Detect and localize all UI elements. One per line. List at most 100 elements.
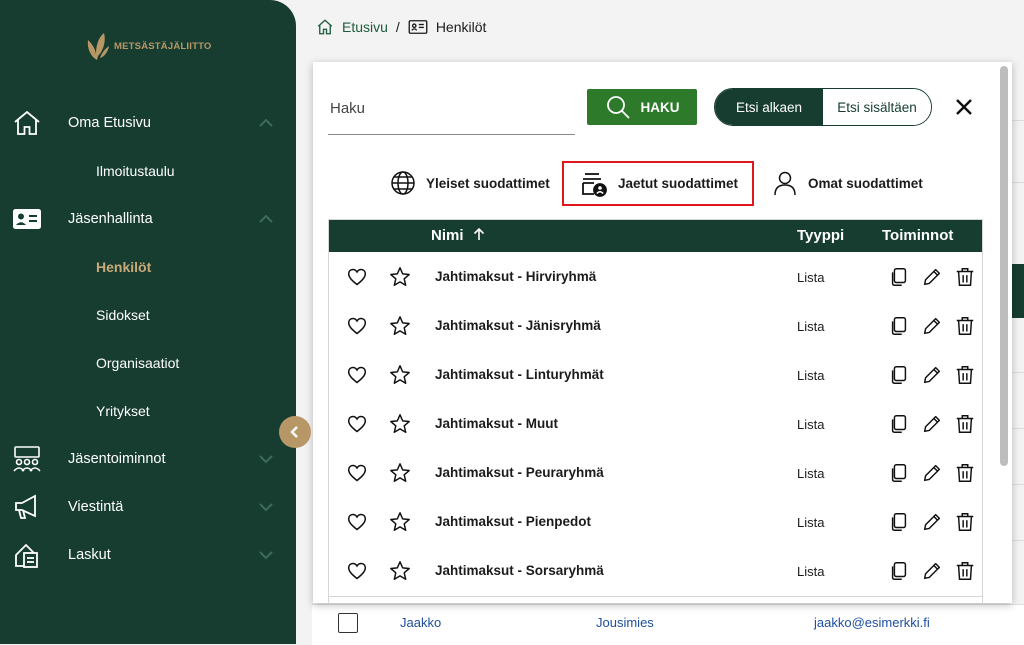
filter-type: Lista bbox=[797, 564, 825, 579]
star-icon[interactable] bbox=[389, 266, 411, 288]
search-icon bbox=[606, 96, 630, 119]
sidebar-subitem-henkilot[interactable]: Henkilöt bbox=[96, 243, 151, 291]
filter-type: Lista bbox=[797, 368, 825, 383]
star-icon[interactable] bbox=[389, 511, 411, 533]
table-row: Jahtimaksut - Hirviryhmä Lista bbox=[329, 253, 982, 303]
delete-icon[interactable] bbox=[954, 560, 976, 582]
background-divider bbox=[1012, 428, 1024, 429]
home-icon[interactable] bbox=[316, 18, 334, 36]
search-field[interactable] bbox=[328, 84, 575, 135]
background-divider bbox=[1012, 182, 1024, 183]
filters-table: Nimi Tyyppi Toiminnot Jahtimaksut - Hirv… bbox=[328, 219, 983, 604]
background-table-header bbox=[1012, 264, 1024, 318]
sidebar-subitem-sidokset[interactable]: Sidokset bbox=[96, 291, 150, 339]
heart-icon[interactable] bbox=[347, 463, 367, 483]
copy-icon[interactable] bbox=[888, 511, 910, 533]
star-icon[interactable] bbox=[389, 462, 411, 484]
delete-icon[interactable] bbox=[954, 462, 976, 484]
tab-label: Yleiset suodattimet bbox=[426, 175, 550, 191]
edit-icon[interactable] bbox=[921, 364, 943, 386]
heart-icon[interactable] bbox=[347, 316, 367, 336]
toggle-starts-with[interactable]: Etsi alkaen bbox=[715, 89, 823, 125]
table-row: Jahtimaksut - Muut Lista bbox=[329, 400, 982, 450]
toggle-contains[interactable]: Etsi sisältäen bbox=[823, 89, 931, 125]
column-header-name-label: Nimi bbox=[431, 227, 464, 244]
heart-icon[interactable] bbox=[347, 512, 367, 532]
filter-name: Jahtimaksut - Jänisryhmä bbox=[435, 318, 601, 333]
delete-icon[interactable] bbox=[954, 266, 976, 288]
copy-icon[interactable] bbox=[888, 315, 910, 337]
filter-name: Jahtimaksut - Linturyhmät bbox=[435, 367, 604, 382]
edit-icon[interactable] bbox=[921, 315, 943, 337]
tab-general-filters[interactable]: Yleiset suodattimet bbox=[390, 162, 550, 204]
tab-own-filters[interactable]: Omat suodattimet bbox=[772, 162, 923, 204]
delete-icon[interactable] bbox=[954, 511, 976, 533]
edit-icon[interactable] bbox=[921, 511, 943, 533]
heart-icon[interactable] bbox=[347, 561, 367, 581]
star-icon[interactable] bbox=[389, 364, 411, 386]
copy-icon[interactable] bbox=[888, 560, 910, 582]
delete-icon[interactable] bbox=[954, 364, 976, 386]
filter-type: Lista bbox=[797, 515, 825, 530]
sidebar-subitem-ilmoitustaulu[interactable]: Ilmoitustaulu bbox=[96, 147, 175, 195]
row-checkbox[interactable] bbox=[338, 613, 358, 633]
tab-label: Omat suodattimet bbox=[808, 175, 923, 191]
heart-icon[interactable] bbox=[347, 365, 367, 385]
star-icon[interactable] bbox=[389, 315, 411, 337]
delete-icon[interactable] bbox=[954, 315, 976, 337]
last-name-link[interactable]: Jousimies bbox=[596, 615, 654, 630]
delete-icon[interactable] bbox=[954, 413, 976, 435]
tab-shared-filters[interactable]: Jaetut suodattimet bbox=[562, 161, 755, 206]
filter-type: Lista bbox=[797, 270, 825, 285]
logo[interactable]: METSÄSTÄJÄLIITTO bbox=[84, 30, 212, 62]
sidebar-item-laskut[interactable]: Laskut bbox=[0, 531, 296, 579]
edit-icon[interactable] bbox=[921, 266, 943, 288]
first-name-link[interactable]: Jaakko bbox=[400, 615, 441, 630]
star-icon[interactable] bbox=[389, 413, 411, 435]
chevron-down-icon bbox=[259, 551, 273, 560]
search-input[interactable] bbox=[328, 94, 572, 122]
group-icon bbox=[13, 446, 41, 472]
filter-name: Jahtimaksut - Sorsaryhmä bbox=[435, 563, 604, 578]
copy-icon[interactable] bbox=[888, 364, 910, 386]
sidebar-subitem-yritykset[interactable]: Yritykset bbox=[96, 387, 150, 435]
edit-icon[interactable] bbox=[921, 560, 943, 582]
tab-label: Jaetut suodattimet bbox=[618, 176, 739, 191]
edit-icon[interactable] bbox=[921, 413, 943, 435]
background-divider bbox=[1012, 372, 1024, 373]
star-icon[interactable] bbox=[389, 560, 411, 582]
chevron-down-icon bbox=[259, 503, 273, 512]
copy-icon[interactable] bbox=[888, 413, 910, 435]
heart-icon[interactable] bbox=[347, 414, 367, 434]
search-button[interactable]: HAKU bbox=[587, 89, 697, 125]
megaphone-icon bbox=[15, 494, 36, 519]
sidebar-item-oma-etusivu[interactable]: Oma Etusivu bbox=[0, 99, 296, 147]
chevron-up-icon bbox=[259, 118, 273, 127]
dialog-scrollbar[interactable] bbox=[1000, 66, 1008, 466]
logo-text: METSÄSTÄJÄLIITTO bbox=[114, 40, 212, 52]
column-header-type: Tyyppi bbox=[797, 227, 845, 244]
invoice-icon bbox=[15, 543, 38, 568]
sidebar-subitem-organisaatiot[interactable]: Organisaatiot bbox=[96, 339, 179, 387]
sidebar-item-jasentoiminnot[interactable]: Jäsentoiminnot bbox=[0, 435, 296, 483]
sort-ascending-icon bbox=[473, 227, 484, 240]
email-link[interactable]: jaakko@esimerkki.fi bbox=[814, 615, 930, 630]
collapse-sidebar-button[interactable] bbox=[279, 416, 311, 448]
table-row: Jahtimaksut - Peuraryhmä Lista bbox=[329, 449, 982, 499]
filter-name: Jahtimaksut - Hirviryhmä bbox=[435, 269, 597, 284]
column-header-name[interactable]: Nimi bbox=[431, 227, 486, 244]
copy-icon[interactable] bbox=[888, 266, 910, 288]
edit-icon[interactable] bbox=[921, 462, 943, 484]
heart-icon[interactable] bbox=[347, 267, 367, 287]
copy-icon[interactable] bbox=[888, 462, 910, 484]
breadcrumb-home-link[interactable]: Etusivu bbox=[342, 19, 388, 35]
background-person-row: Jaakko Jousimies jaakko@esimerkki.fi bbox=[312, 604, 1024, 645]
sidebar-item-viestinta[interactable]: Viestintä bbox=[0, 483, 296, 531]
close-icon[interactable] bbox=[953, 96, 975, 118]
table-row: Jahtimaksut - Pienpedot Lista bbox=[329, 498, 982, 548]
background-divider bbox=[1012, 120, 1024, 121]
sidebar-item-label: Viestintä bbox=[68, 499, 124, 515]
filter-type: Lista bbox=[797, 466, 825, 481]
sidebar-item-jasenhallinta[interactable]: Jäsenhallinta bbox=[0, 195, 296, 243]
filter-type: Lista bbox=[797, 417, 825, 432]
